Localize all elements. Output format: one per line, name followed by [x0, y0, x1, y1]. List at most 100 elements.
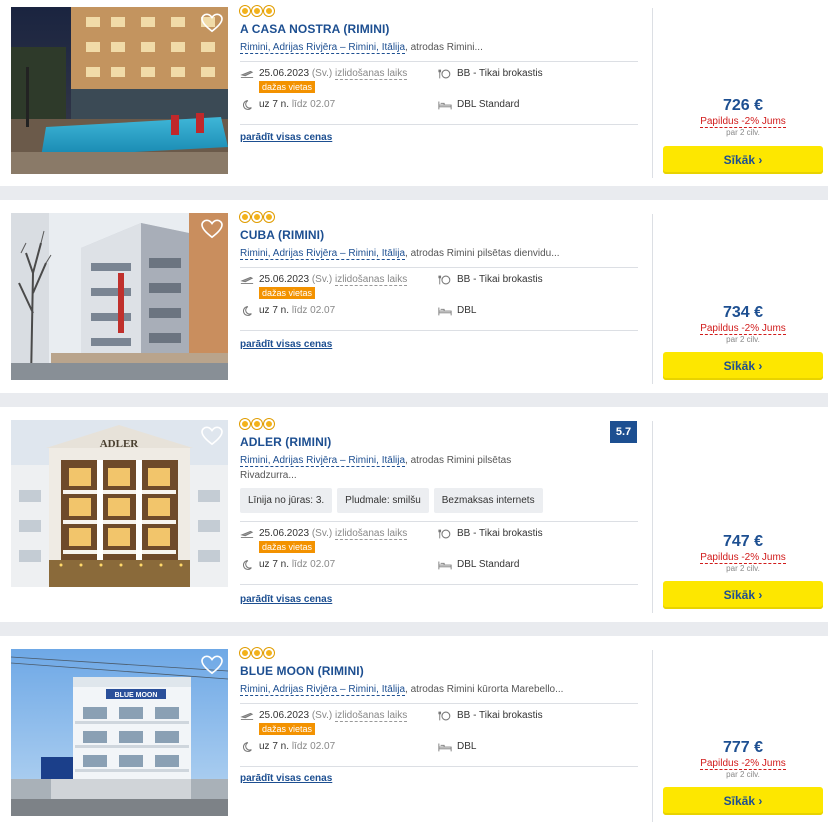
- hotel-card: ADLER 5.7 ADLER (RIMINI) Rimini, Adrijas…: [0, 407, 828, 622]
- location-link[interactable]: Rimini, Adrijas Rivjēra – Rimini, Itālij…: [240, 42, 406, 54]
- duration-row: uz 7 n. līdz 02.07: [240, 559, 335, 571]
- price-amount: 734 €: [722, 304, 764, 321]
- duration: uz 7 n.: [259, 99, 290, 110]
- plane-icon: [240, 70, 254, 78]
- departure-day: (Sv.): [311, 274, 333, 285]
- price-amount: 726 €: [722, 97, 764, 114]
- departure-time-label[interactable]: izlidošanas laiks: [335, 528, 408, 540]
- price-per-people: par 2 cilv.: [726, 564, 760, 573]
- location-link[interactable]: Rimini, Adrijas Rivjēra – Rimini, Itālij…: [240, 455, 406, 467]
- discount-text[interactable]: Papildus -2% Jums: [700, 758, 786, 770]
- return-date: līdz 02.07: [291, 559, 336, 570]
- price-block: 747 € Papildus -2% Jums par 2 cilv.: [663, 533, 823, 573]
- hotel-sign-text: BLUE MOON: [115, 692, 158, 699]
- heart-icon[interactable]: [201, 655, 223, 675]
- price-amount: 777 €: [722, 739, 764, 756]
- moon-icon: [242, 306, 252, 316]
- details-button[interactable]: Sīkāk ›: [663, 581, 823, 609]
- duration-row: uz 7 n. līdz 02.07: [240, 305, 335, 317]
- star-icon: [264, 648, 274, 658]
- star-icon: [252, 648, 262, 658]
- hotel-card: BLUE MOON BLUE MOON (RIMINI) Rimini, Adr…: [0, 636, 828, 830]
- show-all-prices-link[interactable]: parādīt visas cenas: [240, 594, 332, 605]
- room-row: DBL Standard: [438, 559, 519, 571]
- heart-icon[interactable]: [201, 219, 223, 239]
- departure-date: 25.06.2023: [259, 528, 310, 539]
- details-button[interactable]: Sīkāk ›: [663, 787, 823, 815]
- hotel-name[interactable]: BLUE MOON (RIMINI): [240, 664, 638, 678]
- feature-tag: Līnija no jūras: 3.: [240, 488, 333, 513]
- location-extra: , atrodas Rimini pilsētas dienvidu...: [405, 248, 560, 259]
- show-all-prices-link[interactable]: parādīt visas cenas: [240, 132, 332, 143]
- price-per-people: par 2 cilv.: [726, 128, 760, 137]
- location-extra: , atrodas Rimini...: [405, 42, 483, 53]
- star-rating: [240, 419, 638, 430]
- star-icon: [264, 212, 274, 222]
- hotel-photo[interactable]: BLUE MOON: [11, 649, 228, 816]
- star-icon: [252, 212, 262, 222]
- meal-icon: [438, 711, 451, 721]
- room-row: DBL: [438, 305, 476, 317]
- board-type: BB - Tikai brokastis: [457, 528, 543, 539]
- moon-icon: [242, 742, 252, 752]
- discount-text[interactable]: Papildus -2% Jums: [700, 116, 786, 128]
- departure-row: 25.06.2023 (Sv.) izlidošanas laiks dažas …: [240, 274, 408, 299]
- location-link[interactable]: Rimini, Adrijas Rivjēra – Rimini, Itālij…: [240, 248, 406, 260]
- hotel-info: ADLER (RIMINI) Rimini, Adrijas Rivjēra –…: [240, 419, 638, 585]
- heart-icon[interactable]: [201, 13, 223, 33]
- price-block: 726 € Papildus -2% Jums par 2 cilv.: [663, 97, 823, 137]
- availability-badge: dažas vietas: [259, 723, 316, 735]
- star-icon: [240, 648, 250, 658]
- board-type: BB - Tikai brokastis: [457, 274, 543, 285]
- divider: [240, 330, 638, 331]
- star-rating: [240, 648, 638, 659]
- departure-time-label[interactable]: izlidošanas laiks: [335, 274, 408, 286]
- discount-text[interactable]: Papildus -2% Jums: [700, 323, 786, 335]
- vertical-divider: [652, 421, 653, 613]
- details-button[interactable]: Sīkāk ›: [663, 146, 823, 174]
- return-date: līdz 02.07: [291, 305, 336, 316]
- show-all-prices-link[interactable]: parādīt visas cenas: [240, 773, 332, 784]
- plane-icon: [240, 276, 254, 284]
- departure-day: (Sv.): [311, 68, 333, 79]
- divider: [240, 124, 638, 125]
- location-link[interactable]: Rimini, Adrijas Rivjēra – Rimini, Itālij…: [240, 684, 406, 696]
- star-icon: [264, 419, 274, 429]
- hotel-location: Rimini, Adrijas Rivjēra – Rimini, Itālij…: [240, 40, 638, 55]
- divider: [240, 584, 638, 585]
- meal-icon: [438, 275, 451, 285]
- room-type: DBL Standard: [457, 99, 520, 110]
- hotel-photo[interactable]: [11, 7, 228, 174]
- departure-time-label[interactable]: izlidošanas laiks: [335, 68, 408, 80]
- availability-badge: dažas vietas: [259, 541, 316, 553]
- hotel-name[interactable]: ADLER (RIMINI): [240, 435, 638, 449]
- hotel-info: CUBA (RIMINI) Rimini, Adrijas Rivjēra – …: [240, 212, 638, 331]
- bed-icon: [438, 101, 452, 110]
- hotel-card: A CASA NOSTRA (RIMINI) Rimini, Adrijas R…: [0, 0, 828, 186]
- hotel-info: A CASA NOSTRA (RIMINI) Rimini, Adrijas R…: [240, 6, 638, 125]
- departure-date: 25.06.2023: [259, 68, 310, 79]
- hotel-photo[interactable]: ADLER: [11, 420, 228, 587]
- departure-day: (Sv.): [311, 528, 333, 539]
- board-row: BB - Tikai brokastis: [438, 710, 543, 722]
- show-all-prices-link[interactable]: parādīt visas cenas: [240, 339, 332, 350]
- location-extra: , atrodas Rimini kūrorta Marebello...: [405, 684, 564, 695]
- vertical-divider: [652, 214, 653, 384]
- hotel-card: CUBA (RIMINI) Rimini, Adrijas Rivjēra – …: [0, 200, 828, 393]
- discount-text[interactable]: Papildus -2% Jums: [700, 552, 786, 564]
- duration: uz 7 n.: [259, 305, 290, 316]
- hotel-name[interactable]: CUBA (RIMINI): [240, 228, 638, 242]
- hotel-photo[interactable]: [11, 213, 228, 380]
- moon-icon: [242, 100, 252, 110]
- heart-icon[interactable]: [201, 426, 223, 446]
- departure-time-label[interactable]: izlidošanas laiks: [335, 710, 408, 722]
- price-block: 734 € Papildus -2% Jums par 2 cilv.: [663, 304, 823, 344]
- hotel-name[interactable]: A CASA NOSTRA (RIMINI): [240, 22, 638, 36]
- plane-icon: [240, 530, 254, 538]
- room-row: DBL: [438, 741, 476, 753]
- bed-icon: [438, 307, 452, 316]
- divider: [240, 766, 638, 767]
- hotel-location: Rimini, Adrijas Rivjēra – Rimini, Itālij…: [240, 682, 638, 697]
- room-type: DBL: [457, 741, 477, 752]
- details-button[interactable]: Sīkāk ›: [663, 352, 823, 380]
